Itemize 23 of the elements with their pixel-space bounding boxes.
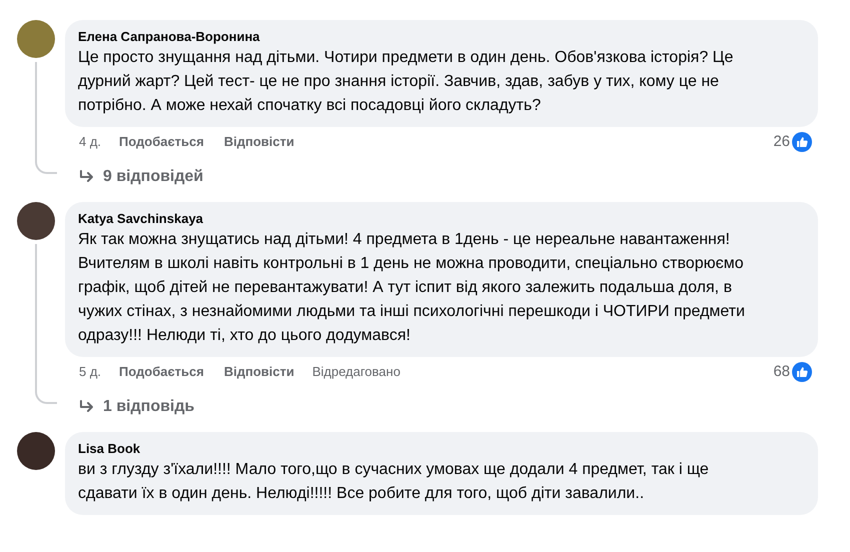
- like-icon: [792, 362, 812, 382]
- avatar-placeholder[interactable]: [17, 432, 55, 470]
- comment-text: Це просто знущання над дітьми. Чотири предмети в один день. Обов'язкова історія? Це дурний жарт? Цей тест- це не про знання історії. Завчив, здав, забув у тих, кому це не потрібно. А може нехай спочатку всі посадовці його складуть?: [78, 48, 734, 116]
- like-icon: [792, 132, 812, 152]
- like-link[interactable]: Подобається: [119, 132, 204, 152]
- edited-label: Відредаговано: [312, 363, 400, 382]
- comment-time: 4 д.: [79, 133, 102, 152]
- reply-link[interactable]: Відповісти: [224, 132, 294, 152]
- comment-author[interactable]: Lisa Book: [78, 440, 805, 458]
- comment-author[interactable]: Елена Сапранова-Воронина: [78, 28, 805, 46]
- like-count: 26: [773, 132, 790, 152]
- comment-author[interactable]: Katya Savchinskaya: [78, 210, 805, 228]
- view-replies-link[interactable]: 9 відповідей: [103, 165, 204, 189]
- like-link[interactable]: Подобається: [119, 362, 204, 382]
- comment-time: 5 д.: [79, 363, 102, 382]
- comment-text: ви з глузду з'їхали!!!! Мало того,що в сучасних умовах ще додали 4 предмет, так і ще сдавати їх в один день. Нелюді!!!!! Все робите для того, щоб діти завалили..: [78, 460, 710, 504]
- like-count: 68: [773, 362, 790, 382]
- reply-link[interactable]: Відповісти: [224, 362, 294, 382]
- comment-text: Як так можна знущатись над дітьми! 4 предмета в 1день - це нереальне навантаження! Вчителям в школі навіть контрольні в 1 день не можна проводити, спеціально створюємо графік, щоб дітей не перевантажувати! А тут іспит від якого залежить подальша доля, в чужих стінах, з незнайомими людьми та інші психологічні перешкоди і ЧОТИРИ предмети одразу!!! Нелюди ті, хто до цього додумався!: [78, 230, 746, 346]
- reply-arrow-icon: [79, 170, 95, 184]
- avatar-placeholder[interactable]: [17, 202, 55, 240]
- view-replies-link[interactable]: 1 відповідь: [103, 395, 194, 419]
- reply-arrow-icon: [79, 400, 95, 414]
